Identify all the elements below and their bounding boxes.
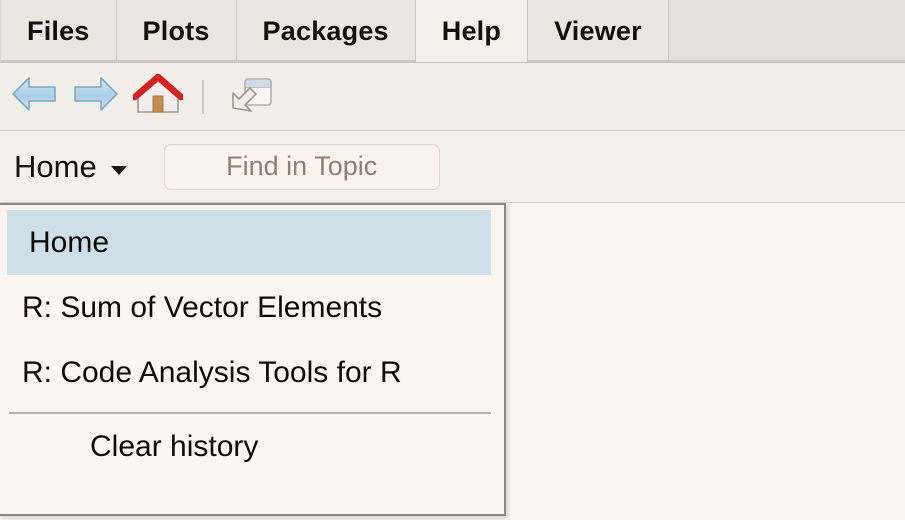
toolbar-separator [202,79,204,114]
menu-item-clear-history-label: Clear history [90,429,259,463]
tab-plots-label: Plots [142,15,210,46]
chevron-down-icon [110,166,127,175]
forward-button[interactable] [68,70,124,124]
forward-arrow-icon [72,74,120,119]
find-in-topic-placeholder: Find in Topic [226,151,378,181]
history-dropdown-label: Home [14,149,97,184]
home-icon [131,72,185,121]
menu-item-sum-of-vector-elements[interactable]: R: Sum of Vector Elements [0,275,504,340]
history-dropdown-button[interactable]: Home [8,149,133,184]
history-dropdown-menu: Home R: Sum of Vector Elements R: Code A… [0,203,506,516]
tab-viewer[interactable]: Viewer [528,0,669,62]
tab-bar: Files Plots Packages Help Viewer [0,0,905,63]
tab-files-label: Files [27,15,90,46]
home-button[interactable] [130,70,186,124]
menu-item-home-label: Home [29,225,110,259]
menu-item-clear-history[interactable]: Clear history [0,414,504,479]
menu-item-sum-of-vector-elements-label: R: Sum of Vector Elements [22,290,383,324]
show-in-new-window-button[interactable] [224,70,280,124]
tab-packages[interactable]: Packages [236,0,416,62]
tab-bar-filler [668,0,905,62]
menu-item-home[interactable]: Home [7,210,491,275]
tab-help[interactable]: Help [415,0,529,62]
back-arrow-icon [10,74,58,119]
tab-files[interactable]: Files [0,0,117,62]
menu-item-code-analysis-tools[interactable]: R: Code Analysis Tools for R [0,340,504,405]
help-address-row: Home Find in Topic [0,131,905,203]
tab-help-label: Help [441,15,502,46]
show-in-new-window-icon [230,74,274,119]
tab-packages-label: Packages [262,15,389,46]
find-in-topic-input[interactable]: Find in Topic [163,143,440,190]
help-toolbar [0,63,905,131]
menu-item-code-analysis-tools-label: R: Code Analysis Tools for R [22,355,402,389]
help-pane: Files Plots Packages Help Viewer Home Fi… [0,0,905,520]
back-button[interactable] [6,70,62,124]
tab-plots[interactable]: Plots [116,0,237,62]
tab-viewer-label: Viewer [554,15,642,46]
